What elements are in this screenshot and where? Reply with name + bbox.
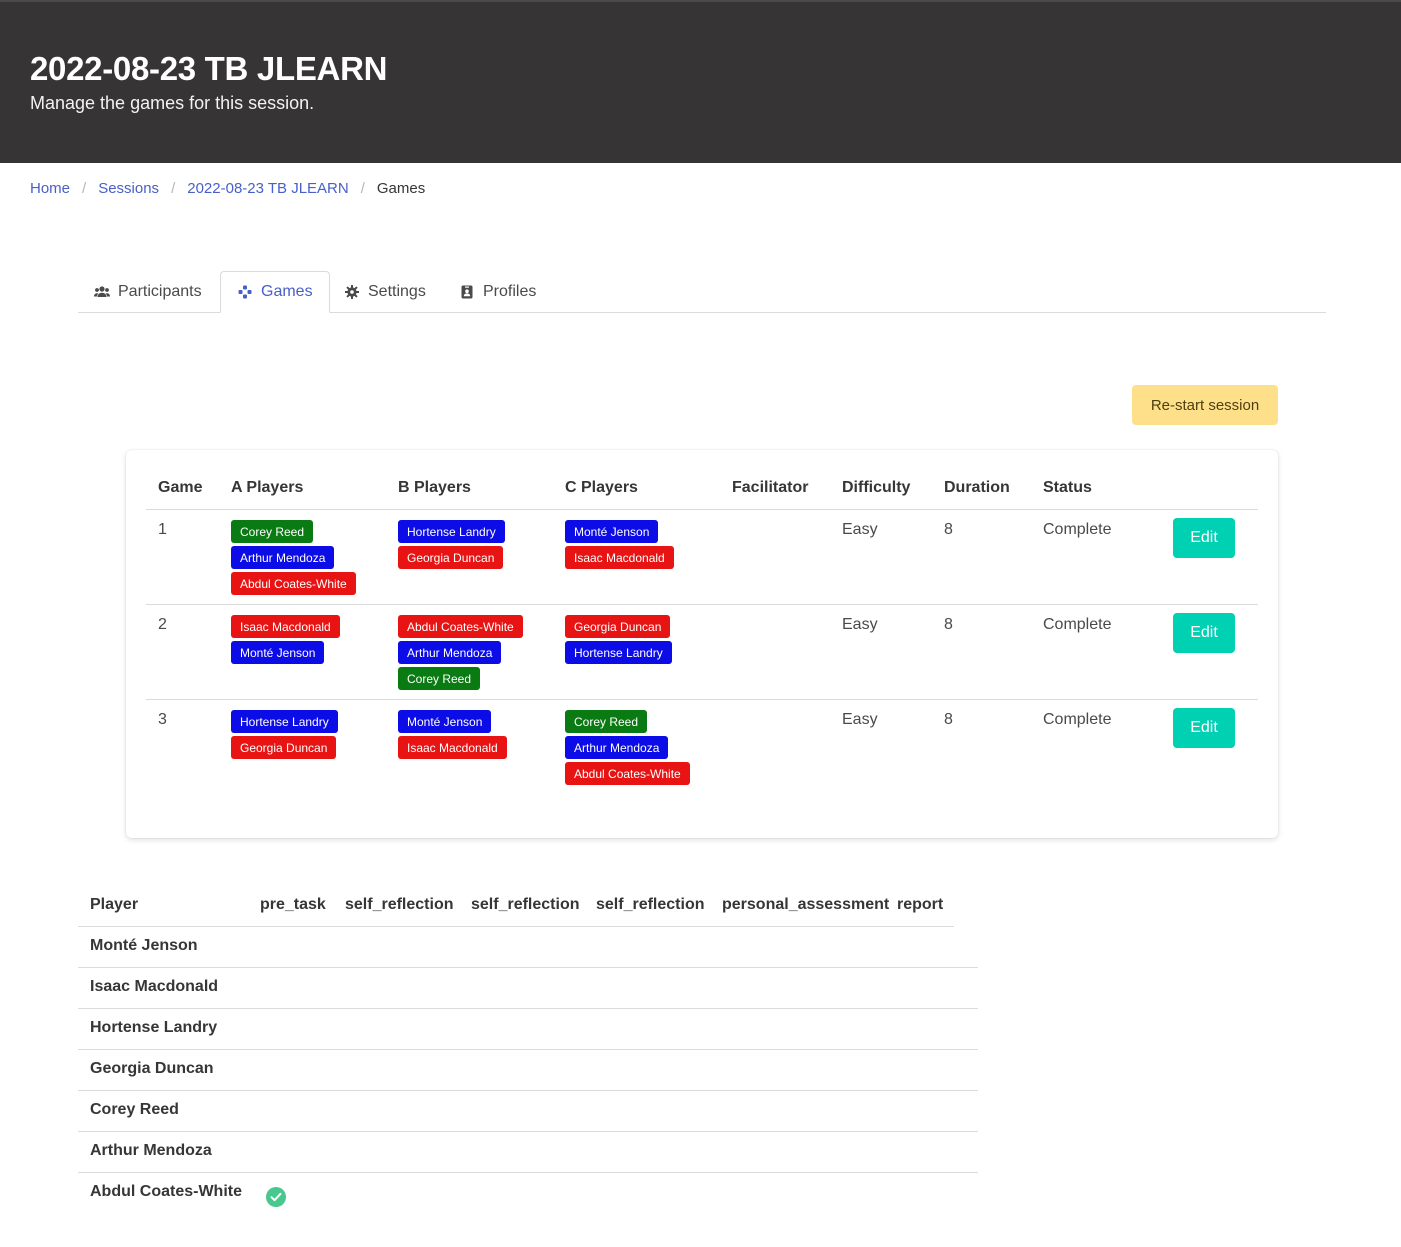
player-name: Corey Reed bbox=[90, 1101, 179, 1118]
breadcrumb-current: Games bbox=[376, 179, 426, 197]
gear-icon bbox=[344, 284, 360, 300]
player-tag: Monté Jenson bbox=[231, 641, 325, 664]
column-header-personal-assessment: personal_assessment bbox=[722, 896, 890, 913]
column-header-self-reflection: self_reflection bbox=[596, 896, 705, 913]
column-header-status: Status bbox=[1043, 479, 1092, 496]
game-number: 2 bbox=[158, 616, 167, 633]
column-header-duration: Duration bbox=[944, 479, 1010, 496]
difficulty-cell: Easy bbox=[842, 616, 878, 633]
duration-cell: 8 bbox=[944, 616, 953, 633]
game-number: 3 bbox=[158, 711, 167, 728]
edit-game-button[interactable]: Edit bbox=[1173, 518, 1235, 558]
player-tag: Hortense Landry bbox=[398, 520, 505, 543]
difficulty-cell: Easy bbox=[842, 521, 878, 538]
row-divider bbox=[78, 1131, 978, 1132]
row-divider bbox=[146, 699, 1258, 700]
player-tag: Arthur Mendoza bbox=[398, 641, 502, 664]
player-tag: Monté Jenson bbox=[398, 710, 492, 733]
column-header-a-players: A Players bbox=[231, 479, 304, 496]
breadcrumb: Home / Sessions / 2022-08-23 TB JLEARN /… bbox=[30, 177, 425, 199]
player-tag: Arthur Mendoza bbox=[565, 736, 669, 759]
status-cell: Complete bbox=[1043, 521, 1112, 538]
page-title: 2022-08-23 TB JLEARN bbox=[30, 50, 388, 87]
column-header-c-players: C Players bbox=[565, 479, 638, 496]
tab-games[interactable]: Games bbox=[220, 271, 330, 313]
player-name: Isaac Macdonald bbox=[90, 978, 219, 995]
player-name: Hortense Landry bbox=[90, 1019, 218, 1036]
status-cell: Complete bbox=[1043, 616, 1112, 633]
duration-cell: 8 bbox=[944, 711, 953, 728]
tab-label: Settings bbox=[368, 283, 426, 300]
check-circle-icon bbox=[266, 1187, 286, 1207]
player-tag: Isaac Macdonald bbox=[231, 615, 340, 638]
column-header-facilitator: Facilitator bbox=[732, 479, 809, 496]
player-tag: Corey Reed bbox=[565, 710, 648, 733]
row-divider bbox=[78, 1049, 978, 1050]
player-name: Abdul Coates-White bbox=[90, 1183, 242, 1200]
player-tag: Georgia Duncan bbox=[398, 546, 504, 569]
table-header-divider bbox=[146, 509, 1258, 510]
tab-label: Participants bbox=[118, 283, 202, 300]
player-tag: Hortense Landry bbox=[231, 710, 338, 733]
breadcrumb-separator: / bbox=[82, 179, 87, 197]
player-tag: Corey Reed bbox=[398, 667, 481, 690]
tab-settings[interactable]: Settings bbox=[328, 271, 442, 313]
column-header-report: report bbox=[897, 896, 944, 913]
player-name: Georgia Duncan bbox=[90, 1060, 214, 1077]
game-number: 1 bbox=[158, 521, 167, 538]
column-header-pre-task: pre_task bbox=[260, 896, 326, 913]
gamepad-icon bbox=[237, 284, 253, 300]
hero-banner: 2022-08-23 TB JLEARN Manage the games fo… bbox=[0, 0, 1401, 163]
row-divider bbox=[78, 1008, 978, 1009]
edit-game-button[interactable]: Edit bbox=[1173, 708, 1235, 748]
breadcrumb-separator: / bbox=[171, 179, 176, 197]
status-cell: Complete bbox=[1043, 711, 1112, 728]
player-tag: Abdul Coates-White bbox=[231, 572, 356, 595]
id-badge-icon bbox=[459, 284, 475, 300]
player-name: Arthur Mendoza bbox=[90, 1142, 212, 1159]
tab-label: Games bbox=[261, 283, 313, 300]
player-name: Monté Jenson bbox=[90, 937, 198, 954]
breadcrumb-sessions[interactable]: Sessions bbox=[98, 180, 159, 197]
player-tag: Abdul Coates-White bbox=[398, 615, 523, 638]
breadcrumb-session[interactable]: 2022-08-23 TB JLEARN bbox=[187, 180, 348, 197]
duration-cell: 8 bbox=[944, 521, 953, 538]
player-tag: Georgia Duncan bbox=[565, 615, 671, 638]
column-header-self-reflection: self_reflection bbox=[345, 896, 454, 913]
row-divider bbox=[78, 1172, 978, 1173]
player-tag: Hortense Landry bbox=[565, 641, 672, 664]
player-tag: Isaac Macdonald bbox=[398, 736, 507, 759]
difficulty-cell: Easy bbox=[842, 711, 878, 728]
column-header-b-players: B Players bbox=[398, 479, 471, 496]
tab-profiles[interactable]: Profiles bbox=[443, 271, 552, 313]
player-tag: Isaac Macdonald bbox=[565, 546, 674, 569]
page-subtitle: Manage the games for this session. bbox=[30, 93, 315, 113]
column-header-self-reflection: self_reflection bbox=[471, 896, 580, 913]
row-divider bbox=[78, 1090, 978, 1091]
player-tag: Corey Reed bbox=[231, 520, 314, 543]
tab-label: Profiles bbox=[483, 283, 537, 300]
breadcrumb-home[interactable]: Home bbox=[30, 180, 70, 197]
restart-session-button[interactable]: Re-start session bbox=[1132, 385, 1278, 425]
column-header-player: Player bbox=[90, 896, 139, 913]
player-tag: Georgia Duncan bbox=[231, 736, 337, 759]
column-header-difficulty: Difficulty bbox=[842, 479, 911, 496]
player-tag: Abdul Coates-White bbox=[565, 762, 690, 785]
column-header-game: Game bbox=[158, 479, 203, 496]
row-divider bbox=[146, 604, 1258, 605]
tab-participants[interactable]: Participants bbox=[78, 271, 218, 313]
table-header-divider bbox=[78, 926, 954, 927]
users-icon bbox=[94, 284, 110, 300]
player-tag: Monté Jenson bbox=[565, 520, 659, 543]
row-divider bbox=[78, 967, 978, 968]
edit-game-button[interactable]: Edit bbox=[1173, 613, 1235, 653]
player-tag: Arthur Mendoza bbox=[231, 546, 335, 569]
tab-bar: Participants Games Settings Profiles bbox=[78, 271, 1326, 313]
breadcrumb-separator: / bbox=[360, 179, 365, 197]
